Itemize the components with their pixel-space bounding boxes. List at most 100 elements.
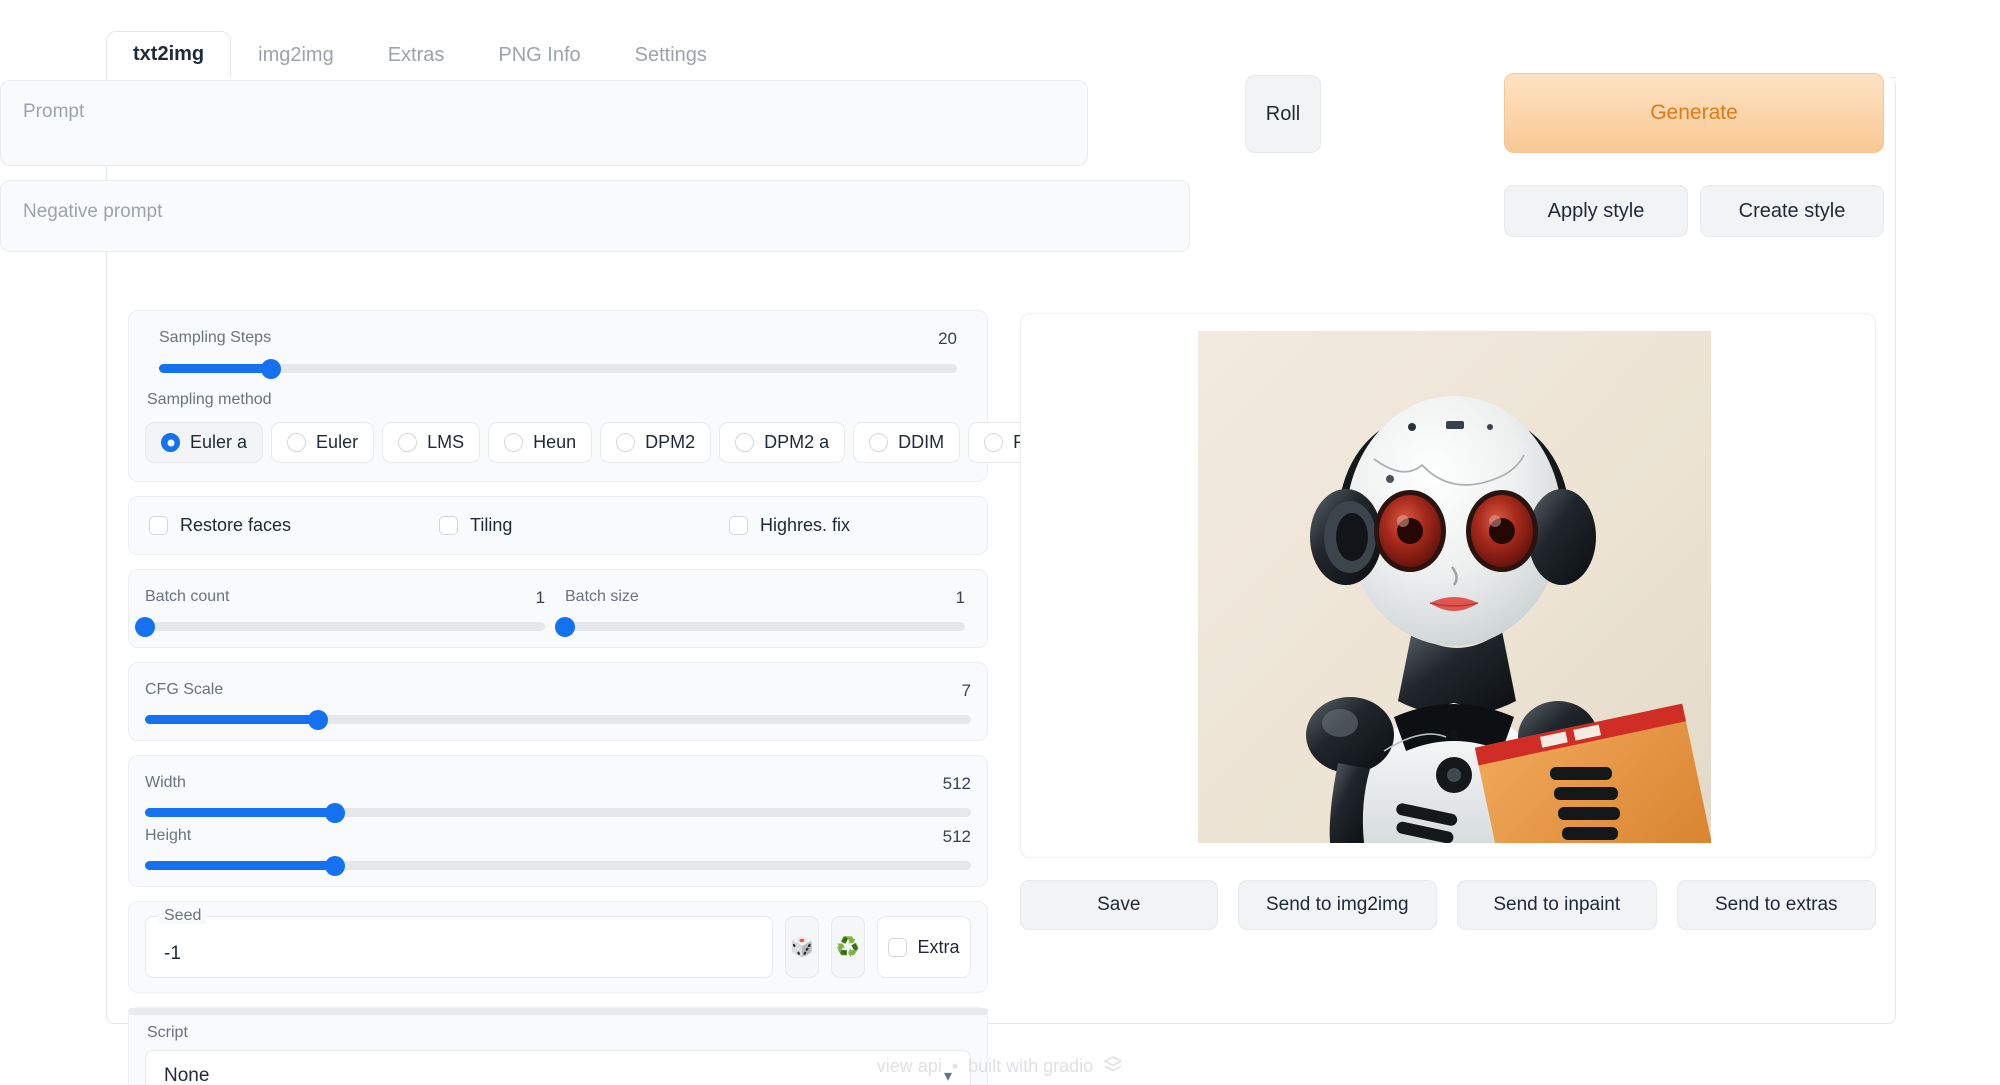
checkbox-icon	[439, 516, 458, 535]
radio-dot-icon	[287, 433, 306, 452]
tab-img2img[interactable]: img2img	[231, 32, 361, 78]
apply-style-button[interactable]: Apply style	[1504, 185, 1688, 237]
generated-image[interactable]	[1198, 331, 1711, 843]
view-api-link[interactable]: view api	[877, 1056, 942, 1077]
radio-lms[interactable]: LMS	[382, 422, 480, 463]
result-panel	[1020, 313, 1876, 858]
checkbox-icon	[149, 516, 168, 535]
radio-dpm2a[interactable]: DPM2 a	[719, 422, 845, 463]
send-to-img2img-button[interactable]: Send to img2img	[1238, 880, 1438, 930]
height-thumb[interactable]	[325, 856, 345, 876]
tab-settings[interactable]: Settings	[608, 32, 734, 78]
batch-count-label: Batch count	[145, 589, 230, 605]
radio-euler-label: Euler	[316, 432, 358, 453]
radio-euler[interactable]: Euler	[271, 422, 374, 463]
tab-png-info-label: PNG Info	[498, 44, 580, 66]
radio-ddim-label: DDIM	[898, 432, 944, 453]
sampling-steps-label: Sampling Steps	[159, 330, 271, 346]
checkbox-tiling[interactable]: Tiling	[439, 515, 729, 536]
radio-dot-icon	[735, 433, 754, 452]
generate-button[interactable]: Generate	[1504, 73, 1884, 153]
send-to-extras-button[interactable]: Send to extras	[1677, 880, 1877, 930]
height-value: 512	[943, 827, 971, 847]
app-root: txt2img img2img Extras PNG Info Settings…	[0, 0, 2000, 1085]
sampling-steps-slider[interactable]	[159, 364, 957, 373]
radio-dot-icon	[616, 433, 635, 452]
batch-size-field: Batch size 1	[565, 584, 971, 631]
toggles-group: Restore faces Tiling Highres. fix	[128, 496, 988, 555]
checkbox-highres-fix[interactable]: Highres. fix	[729, 515, 850, 536]
cfg-group: CFG Scale 7	[128, 662, 988, 741]
footer-separator: •	[952, 1056, 958, 1077]
send-to-inpaint-label: Send to inpaint	[1493, 894, 1620, 916]
cfg-scale-slider[interactable]	[145, 715, 971, 724]
radio-lms-label: LMS	[427, 432, 464, 453]
tab-extras-label: Extras	[388, 44, 445, 66]
sampling-steps-thumb[interactable]	[261, 359, 281, 379]
checkbox-restore-faces[interactable]: Restore faces	[149, 515, 439, 536]
batch-count-slider[interactable]	[145, 622, 545, 631]
sampling-steps-value: 20	[938, 329, 957, 349]
seed-group: Seed -1 🎲 ♻️ Extra	[128, 901, 988, 993]
radio-dpm2[interactable]: DPM2	[600, 422, 711, 463]
radio-dot-icon	[984, 433, 1003, 452]
dimensions-group: Width 512 Height 512	[128, 755, 988, 887]
tab-txt2img-label: txt2img	[133, 43, 204, 65]
prompt-input[interactable]: Prompt	[0, 80, 1088, 166]
height-fill	[145, 861, 335, 870]
radio-heun-label: Heun	[533, 432, 576, 453]
script-label: Script	[147, 1025, 188, 1041]
sampling-method-options: Euler a Euler LMS Heun DPM2 DPM2 a DDIM …	[145, 414, 971, 465]
batch-count-thumb[interactable]	[135, 617, 155, 637]
checkbox-icon	[888, 938, 907, 957]
batch-group: Batch count 1 Batch size 1	[128, 569, 988, 648]
sampling-steps-fill	[159, 364, 271, 373]
batch-count-value: 1	[536, 588, 545, 608]
width-fill	[145, 808, 335, 817]
checkbox-tiling-label: Tiling	[470, 515, 512, 536]
create-style-button[interactable]: Create style	[1700, 185, 1884, 237]
send-to-img2img-label: Send to img2img	[1266, 894, 1409, 916]
radio-euler-a[interactable]: Euler a	[145, 422, 263, 463]
send-to-extras-label: Send to extras	[1715, 894, 1838, 916]
tab-bar: txt2img img2img Extras PNG Info Settings	[106, 26, 1896, 78]
create-style-label: Create style	[1739, 200, 1846, 223]
tab-txt2img[interactable]: txt2img	[106, 31, 231, 78]
footer: view api • built with gradio	[0, 1055, 2000, 1078]
checkbox-highres-fix-label: Highres. fix	[760, 515, 850, 536]
negative-prompt-input[interactable]: Negative prompt	[0, 180, 1190, 252]
radio-dpm2a-label: DPM2 a	[764, 432, 829, 453]
send-to-inpaint-button[interactable]: Send to inpaint	[1457, 880, 1657, 930]
radio-heun[interactable]: Heun	[488, 422, 592, 463]
checkbox-extra[interactable]: Extra	[877, 916, 971, 978]
radio-dot-icon	[161, 433, 180, 452]
roll-button[interactable]: Roll	[1245, 75, 1321, 153]
save-button-label: Save	[1097, 894, 1140, 916]
cfg-scale-thumb[interactable]	[308, 710, 328, 730]
radio-dot-icon	[398, 433, 417, 452]
height-slider[interactable]	[145, 861, 971, 870]
seed-input[interactable]: Seed -1	[145, 916, 773, 978]
sampling-steps-field: Sampling Steps 20	[145, 325, 971, 381]
width-slider[interactable]	[145, 808, 971, 817]
radio-ddim[interactable]: DDIM	[853, 422, 960, 463]
batch-count-field: Batch count 1	[145, 584, 551, 631]
batch-size-slider[interactable]	[565, 622, 965, 631]
toggles-row: Restore faces Tiling Highres. fix	[145, 509, 971, 542]
width-label: Width	[145, 775, 186, 791]
radio-dot-icon	[504, 433, 523, 452]
batch-size-thumb[interactable]	[555, 617, 575, 637]
tab-png-info[interactable]: PNG Info	[471, 32, 607, 78]
dice-icon[interactable]: 🎲	[785, 916, 819, 978]
built-with-gradio-link[interactable]: built with gradio	[968, 1056, 1093, 1077]
tab-extras[interactable]: Extras	[361, 32, 472, 78]
checkbox-icon	[729, 516, 748, 535]
recycle-icon[interactable]: ♻️	[831, 916, 865, 978]
save-button[interactable]: Save	[1020, 880, 1218, 930]
checkbox-extra-label: Extra	[917, 937, 959, 958]
result-actions: Save Send to img2img Send to inpaint Sen…	[1020, 880, 1876, 930]
roll-button-label: Roll	[1266, 103, 1300, 126]
settings-horizontal-scrollbar[interactable]	[128, 1008, 988, 1015]
settings-column: Sampling Steps 20 Sampling method Euler …	[128, 310, 988, 1085]
radio-dot-icon	[869, 433, 888, 452]
